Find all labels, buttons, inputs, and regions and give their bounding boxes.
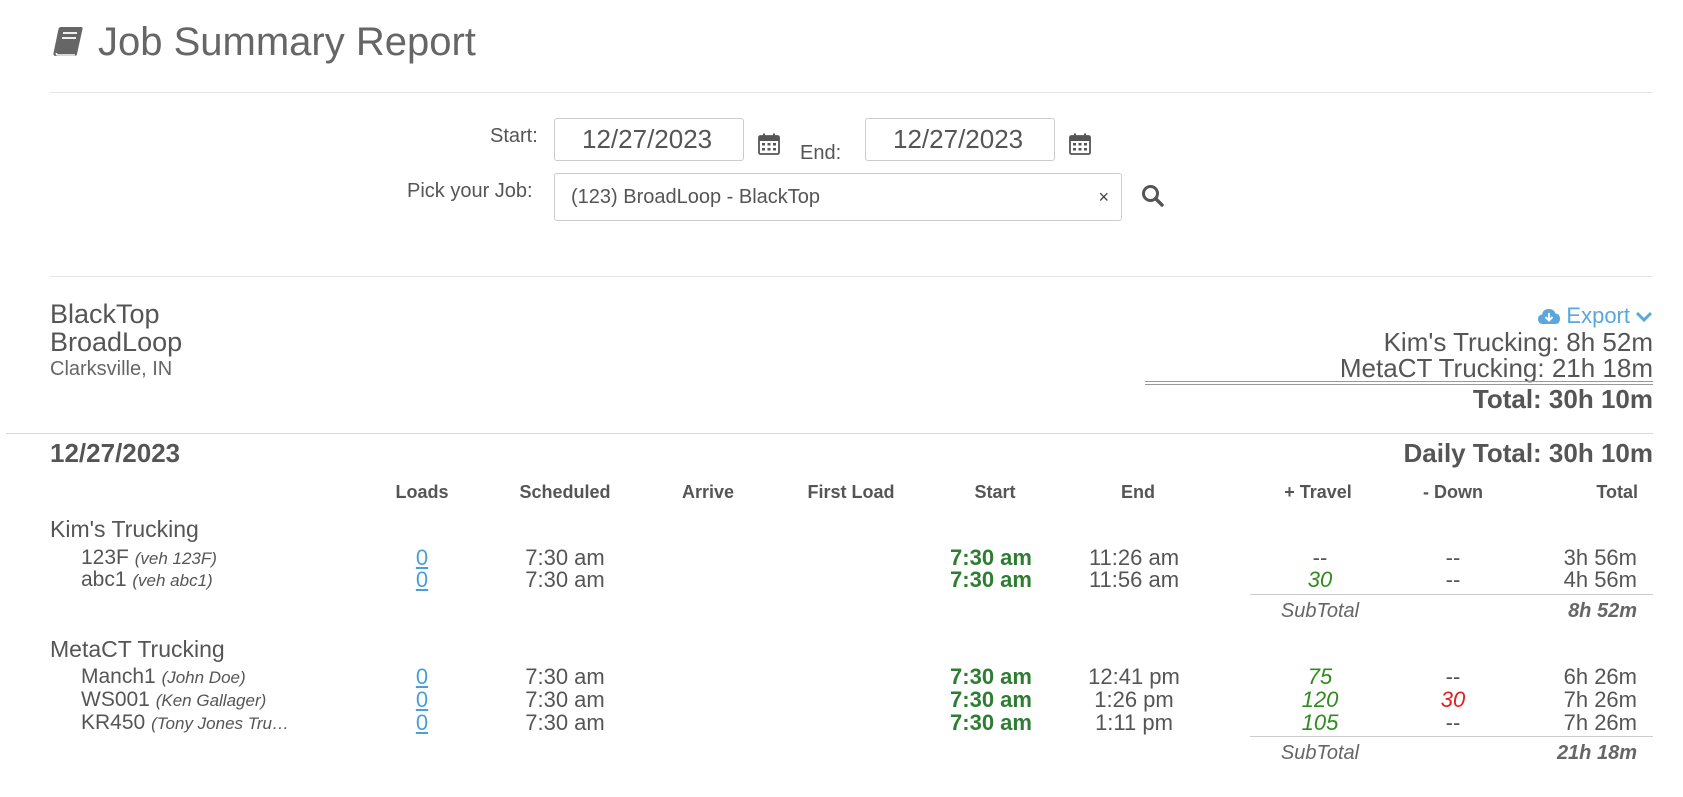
column-header-down: - Down — [1423, 482, 1483, 502]
start-cell: 7:30 am — [950, 687, 1032, 712]
export-button[interactable]: Export — [1537, 303, 1653, 329]
loads-link[interactable]: 0 — [416, 665, 428, 689]
job-location: BroadLoop — [50, 327, 183, 357]
start-date-input[interactable]: 12/27/2023 — [554, 118, 744, 161]
column-header-total: Total — [1596, 482, 1638, 502]
start-cell: 7:30 am — [950, 664, 1032, 689]
loads-link[interactable]: 0 — [416, 688, 428, 712]
divider — [6, 433, 1653, 434]
page-header: Job Summary Report — [50, 18, 476, 66]
column-header-start: Start — [974, 482, 1016, 502]
down-cell: 30 — [1440, 687, 1466, 712]
vehicle-sub: (John Doe) — [161, 668, 246, 687]
subtotal-value: 21h 18m — [1556, 742, 1637, 764]
total-cell: 7h 26m — [1563, 710, 1637, 735]
job-select[interactable]: (123) BroadLoop - BlackTop × — [554, 173, 1122, 221]
total-cell: 7h 26m — [1563, 687, 1637, 712]
vehicle-id: WS001 — [81, 688, 150, 711]
column-header-scheduled: Scheduled — [519, 482, 611, 502]
job-city: Clarksville, IN — [50, 358, 173, 380]
chevron-down-icon — [1635, 311, 1653, 322]
travel-cell: 30 — [1307, 567, 1333, 592]
vehicle-id: KR450 — [81, 711, 146, 734]
daily-total: Daily Total: 30h 10m — [1403, 438, 1654, 468]
column-header-first-load: First Load — [807, 482, 895, 502]
book-icon — [53, 27, 83, 56]
scheduled-cell: 7:30 am — [525, 710, 605, 735]
down-cell: -- — [1445, 567, 1461, 592]
vehicle-id: Manch1 — [81, 665, 156, 688]
travel-cell: 75 — [1307, 664, 1333, 689]
vehicle-cell: abc1 (veh abc1) — [81, 568, 213, 593]
down-cell: -- — [1445, 664, 1461, 689]
search-icon[interactable] — [1140, 183, 1166, 209]
job-name: BlackTop — [50, 299, 160, 329]
export-label: Export — [1566, 303, 1630, 328]
group-name: MetaCT Trucking — [50, 636, 225, 662]
vehicle-sub: (Ken Gallager) — [155, 691, 267, 710]
start-cell: 7:30 am — [950, 710, 1032, 735]
vehicle-sub: (Tony Jones Tru… — [151, 714, 290, 733]
total-cell: 4h 56m — [1563, 567, 1637, 592]
vehicle-cell: KR450 (Tony Jones Tru… — [81, 711, 289, 736]
day-date: 12/27/2023 — [50, 438, 181, 468]
subtotal-label: SubTotal — [1280, 742, 1360, 764]
scheduled-cell: 7:30 am — [525, 664, 605, 689]
end-date-input[interactable]: 12/27/2023 — [865, 118, 1055, 161]
end-cell: 1:11 pm — [1095, 710, 1173, 735]
end-cell: 12:41 pm — [1088, 664, 1180, 689]
cloud-download-icon — [1538, 309, 1561, 324]
loads-link[interactable]: 0 — [416, 568, 428, 592]
job-label: Pick your Job: — [407, 180, 533, 202]
calendar-icon[interactable] — [758, 133, 780, 155]
scheduled-cell: 7:30 am — [525, 687, 605, 712]
end-cell: 11:56 am — [1088, 567, 1180, 592]
divider — [50, 92, 1653, 93]
column-header-travel: + Travel — [1284, 482, 1352, 502]
job-select-value: (123) BroadLoop - BlackTop — [571, 186, 821, 208]
loads-link[interactable]: 0 — [416, 711, 428, 735]
travel-cell: 105 — [1301, 710, 1339, 735]
divider — [50, 276, 1653, 277]
start-cell: 7:30 am — [950, 567, 1032, 592]
end-label: End: — [800, 142, 842, 164]
column-header-arrive: Arrive — [681, 482, 735, 502]
subtotal-label: SubTotal — [1280, 600, 1360, 622]
total-cell: 6h 26m — [1563, 664, 1637, 689]
summary-total: Total: 30h 10m — [1472, 384, 1653, 414]
vehicle-id: 123F — [81, 546, 129, 569]
clear-icon[interactable]: × — [1098, 174, 1109, 220]
column-header-end: End — [1121, 482, 1155, 502]
calendar-icon[interactable] — [1069, 133, 1091, 155]
start-label: Start: — [490, 125, 538, 147]
group-name: Kim's Trucking — [50, 516, 199, 542]
subtotal-value: 8h 52m — [1568, 600, 1637, 622]
travel-cell: 120 — [1301, 687, 1339, 712]
vehicle-sub: (veh 123F) — [134, 549, 217, 568]
vehicle-cell: WS001 (Ken Gallager) — [81, 688, 266, 713]
subtotal-divider — [1250, 736, 1653, 737]
summary-line: MetaCT Trucking: 21h 18m — [1339, 353, 1653, 383]
subtotal-divider — [1250, 594, 1653, 595]
column-header-loads: Loads — [395, 482, 449, 502]
vehicle-cell: Manch1 (John Doe) — [81, 665, 246, 690]
page-title: Job Summary Report — [98, 20, 476, 64]
scheduled-cell: 7:30 am — [525, 567, 605, 592]
job-info: BlackTop BroadLoop Clarksville, IN — [50, 300, 182, 382]
end-cell: 1:26 pm — [1094, 687, 1174, 712]
down-cell: -- — [1445, 710, 1461, 735]
vehicle-sub: (veh abc1) — [132, 571, 213, 590]
vehicle-id: abc1 — [81, 568, 127, 591]
